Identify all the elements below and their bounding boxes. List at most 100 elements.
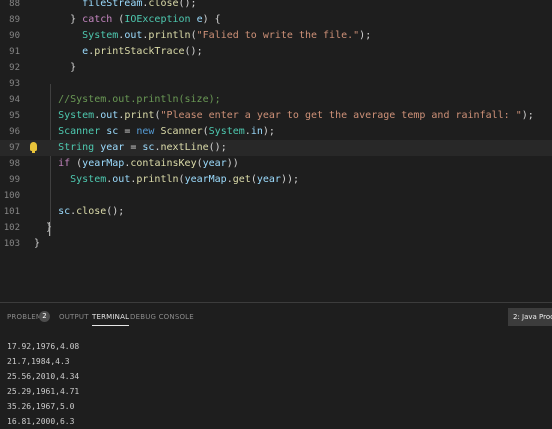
code-token: System [208,126,245,137]
panel-tabs: PROBLEMS 2 OUTPUT TERMINAL DEBUG CONSOLE… [0,303,552,333]
code-token: } [34,14,83,25]
code-token: } [34,238,41,249]
terminal-line: 21.7,1984,4.3 [7,357,70,366]
code-token: (); [106,206,125,217]
code-text: System.out.print("Please enter a year to… [34,108,534,124]
code-token: containsKey [130,158,197,169]
tab-terminal[interactable]: TERMINAL [92,313,130,326]
code-token: System [34,174,107,185]
code-token: println [136,174,179,185]
code-line[interactable]: 100 [0,188,552,204]
code-token: year [202,158,227,169]
code-token: Scanner [34,126,101,137]
code-token: ( [70,158,83,169]
tab-debug-console[interactable]: DEBUG CONSOLE [130,313,194,321]
code-token: )); [280,174,299,185]
line-number: 95 [9,111,20,121]
code-token: if [34,158,71,169]
code-token: print [124,110,155,121]
code-token: ( [112,14,125,25]
code-text: System.out.println("Falied to write the … [34,28,371,44]
code-token: printStackTrace [94,46,185,57]
line-number: 99 [9,175,20,185]
code-token: ); [521,110,534,121]
code-text: } catch (IOException e) { [34,12,221,28]
terminal-line: 17.92,1976,4.08 [7,342,80,351]
code-text: fileStream.close(); [34,0,197,12]
line-number: 91 [9,47,20,57]
code-token: e [34,46,89,57]
code-token: Scanner [160,126,203,137]
code-token: "Falied to write the file." [196,30,360,41]
code-token: close [148,0,179,9]
line-number: 97 [9,143,20,153]
line-number: 100 [3,191,20,201]
code-editor[interactable]: 88 fileStream.close(); 89 } catch (IOExce… [0,0,552,302]
terminal-line: 35.26,1967,5.0 [7,402,75,411]
terminal-output[interactable]: 17.92,1976,4.08 21.7,1984,4.3 25.56,2010,4… [7,339,547,429]
code-line[interactable]: 93 [0,76,552,92]
code-token: = [118,126,137,137]
code-line[interactable]: 97 String year = sc.nextLine(); [0,140,552,156]
code-text: sc.close(); [34,204,124,220]
line-number: 93 [9,79,20,89]
code-token: out [112,174,131,185]
code-line[interactable]: 95 System.out.print("Please enter a year… [0,108,552,124]
code-line[interactable]: 91 e.printStackTrace(); [0,44,552,60]
code-token: in [250,126,263,137]
code-text: Scanner sc = new Scanner(System.in); [34,124,275,140]
code-token: } [34,62,77,73]
code-token: year [100,142,125,153]
code-token: out [100,110,119,121]
code-line[interactable]: 99 System.out.println(yearMap.get(year))… [0,172,552,188]
code-token: nextLine [160,142,209,153]
line-number: 94 [9,95,20,105]
line-number: 89 [9,15,20,25]
line-number: 101 [3,207,20,217]
code-token: sc [106,126,119,137]
code-token: ); [262,126,275,137]
code-token: IOException [124,14,191,25]
code-token: out [124,30,143,41]
line-number: 102 [3,223,20,233]
code-token: catch [82,14,113,25]
code-line[interactable]: 102 } [0,220,552,236]
terminal-line: 16.81,2000,6.3 [7,417,75,426]
terminal-line: 25.56,2010,4.34 [7,372,80,381]
code-text: //System.out.println(size); [34,92,221,108]
code-line[interactable]: 88 fileStream.close(); [0,0,552,12]
terminal-selector[interactable]: 2: Java Proc [508,308,552,326]
line-number: 98 [9,159,20,169]
code-line[interactable]: 103} [0,236,552,252]
code-line[interactable]: 89 } catch (IOException e) { [0,12,552,28]
code-line[interactable]: 96 Scanner sc = new Scanner(System.in); [0,124,552,140]
code-line[interactable]: 94 //System.out.println(size); [0,92,552,108]
code-text: e.printStackTrace(); [34,44,202,60]
code-text: } [34,236,40,252]
code-line[interactable]: 98 if (yearMap.containsKey(year)) [0,156,552,172]
code-text: System.out.println(yearMap.get(year)); [34,172,299,188]
code-token: String [34,142,95,153]
code-token: )) [226,158,239,169]
code-token: (); [178,0,197,9]
code-token: ) { [202,14,221,25]
code-token: sc [34,206,71,217]
code-text: if (yearMap.containsKey(year)) [34,156,239,172]
code-token: sc [142,142,155,153]
code-token: System [34,30,119,41]
code-line[interactable]: 90 System.out.println("Falied to write t… [0,28,552,44]
code-token: ); [359,30,372,41]
text-cursor [49,222,50,236]
code-token: fileStream [34,0,143,9]
code-token: yearMap [184,174,227,185]
code-token: new [136,126,155,137]
code-token: year [256,174,281,185]
code-token: get [232,174,251,185]
code-line[interactable]: 92 } [0,60,552,76]
code-token: System [34,110,95,121]
code-text: } [34,60,76,76]
bottom-panel: PROBLEMS 2 OUTPUT TERMINAL DEBUG CONSOLE… [0,303,552,426]
tab-output[interactable]: OUTPUT [59,313,89,321]
code-line[interactable]: 101 sc.close(); [0,204,552,220]
line-number: 103 [3,239,20,249]
